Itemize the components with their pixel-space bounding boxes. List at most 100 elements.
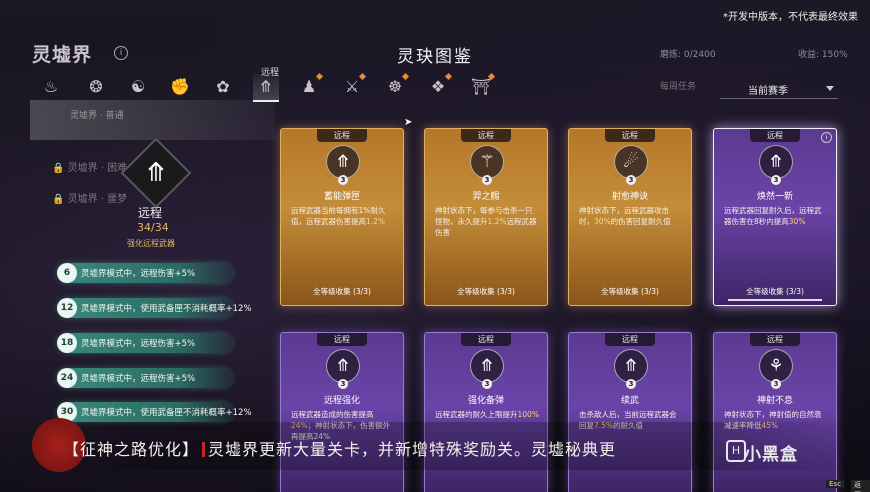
tier-text: 灵墟界模式中，远程伤害+5% <box>81 269 196 279</box>
card-description: 远程武器回复耐久后，远程武器伤害在8秒内提高30% <box>724 205 828 227</box>
card-type-tag: 远程 <box>461 129 511 142</box>
card-level-badge: 3 <box>482 175 492 185</box>
spirit-card[interactable]: 远程 ☄ 3 射愈神诀神射状态下，远程武器攻击时，30%的伤害回复耐久值全等级收集 (… <box>568 128 692 306</box>
card-description: 远程武器当前每拥有1%耐久值，远程武器伤害提高1.2% <box>291 205 395 227</box>
tier-bonus-row: 24 灵墟界模式中，远程伤害+5% <box>57 368 232 388</box>
difficulty-band[interactable] <box>30 100 275 140</box>
new-badge <box>401 72 410 81</box>
watermark: 小黑盒 <box>744 445 798 465</box>
season-dropdown-value: 当前赛季 <box>748 86 788 97</box>
collection-status: 全等级收集 (3/3) <box>601 287 659 296</box>
selection-bar <box>728 299 822 301</box>
card-type-tag: 远程 <box>461 333 511 346</box>
card-name: 射愈神诀 <box>611 192 648 202</box>
tab-yin-yang-icon[interactable]: ☯ <box>125 74 151 100</box>
card-type-tag: 远程 <box>750 333 800 346</box>
collection-status: 全等级收集 (3/3) <box>313 287 371 296</box>
difficulty-locked-nightmare: 🔒 灵墟界 · 噩梦 <box>52 194 128 205</box>
mouse-cursor-icon: ➤ <box>404 117 413 128</box>
card-name: 羿之赐 <box>472 192 500 202</box>
card-type-tag: 远程 <box>317 333 367 346</box>
card-level-badge: 3 <box>771 379 781 389</box>
banner-text: 【征神之路优化】 灵墟界更新大量关卡，并新增特殊奖励关。灵墟秘典更 <box>63 436 616 460</box>
banner-divider <box>202 442 206 457</box>
tab-meditation-icon[interactable]: ☸ <box>382 72 410 100</box>
meditation-icon: ☸ <box>387 77 403 96</box>
card-type-tag: 远程 <box>317 129 367 142</box>
locked-row-label: 灵墟界 · 噩梦 <box>67 194 128 205</box>
card-name: 焕然一新 <box>756 192 793 202</box>
desc-highlight: 100% <box>517 410 539 419</box>
spirit-card[interactable]: 远程 ⚚ 3 羿之赐神射状态下，每参与击杀一只怪物，永久提升1.2%远程武器伤害全等级… <box>424 128 548 306</box>
card-type-tag: 远程 <box>605 333 655 346</box>
crossed-swords-icon: ⚔ <box>344 77 360 96</box>
card-name: 神射不息 <box>756 396 793 406</box>
card-emblem-icon: ⚚ <box>470 145 504 179</box>
collection-status: 全等级收集 (3/3) <box>457 287 515 296</box>
game-screen: *开发中版本，不代表最终效果 灵墟界 i 灵玦图鉴 磨炼: 0/2400 收益:… <box>0 0 870 492</box>
category-name: 远程 <box>138 206 163 220</box>
card-level-badge: 3 <box>338 175 348 185</box>
figure-icon: ♟ <box>301 77 317 96</box>
card-description: 神射状态下，远程武器攻击时，30%的伤害回复耐久值 <box>579 205 683 227</box>
card-emblem-icon: ☄ <box>614 145 648 179</box>
ranged-arrow-icon: ⤊ <box>145 158 167 188</box>
card-emblem-icon: ⚘ <box>759 349 793 383</box>
info-icon[interactable]: i <box>821 132 832 143</box>
heybox-logo-icon: H <box>726 440 746 462</box>
info-icon[interactable]: i <box>114 46 128 60</box>
spirit-card[interactable]: 远程 ⤊ 3 蓄能弹匣远程武器当前每拥有1%耐久值，远程武器伤害提高1.2% 全等级收集… <box>280 128 404 306</box>
weekly-task-label: 每周任务 <box>660 82 697 92</box>
card-name: 续武 <box>620 396 639 406</box>
desc-highlight: 30% <box>788 217 806 226</box>
flame-icon: ♨ <box>43 77 59 96</box>
tier-bonus-row: 12 灵墟界模式中，使用武备匣不消耗概率+12% <box>57 298 252 318</box>
desc-text: 的伤害回复耐久值 <box>610 217 671 226</box>
tab-lotus-icon[interactable]: ✿ <box>210 74 236 100</box>
difficulty-normal: 灵墟界 · 普通 <box>70 111 124 121</box>
tab-flame-icon[interactable]: ♨ <box>38 74 64 100</box>
category-subtitle: 强化远程武器 <box>127 239 175 248</box>
esc-key-hint[interactable]: Esc <box>826 480 844 488</box>
card-description: 神射状态下，每参与击杀一只怪物，永久提升1.2%远程武器伤害 <box>435 205 539 238</box>
card-level-badge: 3 <box>338 379 348 389</box>
card-emblem-icon: ⤊ <box>614 349 648 383</box>
new-badge <box>315 72 324 81</box>
card-level-badge: 3 <box>626 175 636 185</box>
card-name: 蓄能弹匣 <box>323 192 360 202</box>
tab-fist-icon[interactable]: ✊ <box>167 74 193 100</box>
card-emblem-icon: ⤊ <box>470 349 504 383</box>
card-type-tag: 远程 <box>750 129 800 142</box>
tab-swirl-icon[interactable]: ❂ <box>83 74 109 100</box>
tier-bonus-row: 6 灵墟界模式中，远程伤害+5% <box>57 263 232 283</box>
tab-knot-icon[interactable]: ❖ <box>425 72 453 100</box>
desc-highlight: 1.2% <box>487 217 507 226</box>
banner-body: 灵墟界更新大量关卡，并新增特殊奖励关。灵墟秘典更 <box>208 440 617 459</box>
tier-level: 24 <box>57 368 77 388</box>
tab-figure-icon[interactable]: ♟ <box>296 72 324 100</box>
tab-crossed-swords-icon[interactable]: ⚔ <box>339 72 367 100</box>
tab-gate-icon[interactable]: ⛩ <box>468 72 496 100</box>
knot-icon: ❖ <box>430 77 446 96</box>
tier-text: 灵墟界模式中，使用武备匣不消耗概率+12% <box>81 304 252 314</box>
tab-ranged-arrow-icon[interactable]: ⤊ <box>253 74 279 102</box>
fist-icon: ✊ <box>170 77 190 96</box>
tier-bonus-row: 30 灵墟界模式中，使用武备匣不消耗概率+12% <box>57 402 252 422</box>
dev-disclaimer: *开发中版本，不代表最终效果 <box>723 12 858 23</box>
tier-level: 6 <box>57 263 77 283</box>
card-emblem-icon: ⤊ <box>326 349 360 383</box>
locked-row-label: 灵墟界 · 困难 <box>67 163 128 174</box>
card-emblem-icon: ⤊ <box>326 145 360 179</box>
card-level-badge: 3 <box>626 379 636 389</box>
season-dropdown[interactable]: 当前赛季 <box>720 80 838 99</box>
progress-label: 磨炼: 0/2400 <box>660 50 716 60</box>
desc-highlight: 1.2% <box>366 217 386 226</box>
spirit-card[interactable]: 远程 ⤊ 3 焕然一新 远程武器回复耐久后，远程武器伤害在8秒内提高30% i 全等级收集 … <box>713 128 837 306</box>
card-name: 远程强化 <box>323 396 360 406</box>
category-count: 34/34 <box>137 221 169 234</box>
swirl-icon: ❂ <box>89 77 103 96</box>
back-button[interactable]: 返回 <box>851 480 870 492</box>
card-type-tag: 远程 <box>605 129 655 142</box>
collection-status: 全等级收集 (3/3) <box>746 287 804 296</box>
card-level-badge: 3 <box>482 379 492 389</box>
